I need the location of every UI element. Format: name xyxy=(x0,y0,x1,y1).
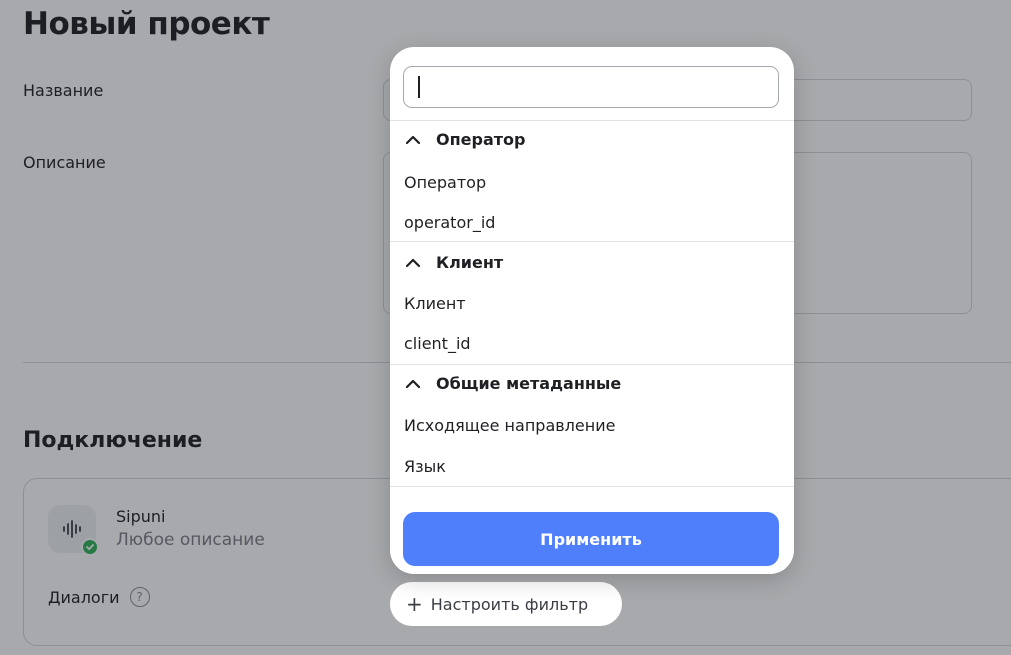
chevron-up-icon xyxy=(405,135,421,144)
filter-option-client[interactable]: Клиент xyxy=(404,294,466,313)
filter-option-client-id[interactable]: client_id xyxy=(404,334,471,353)
divider xyxy=(390,364,794,365)
divider xyxy=(390,120,794,121)
configure-filter-label: Настроить фильтр xyxy=(430,594,589,614)
filter-option-language[interactable]: Язык xyxy=(404,457,446,476)
group-header-client[interactable]: Клиент xyxy=(404,253,503,272)
chevron-up-icon xyxy=(405,258,421,267)
divider xyxy=(390,241,794,242)
filter-search-input[interactable] xyxy=(403,66,779,108)
filter-option-outgoing-direction[interactable]: Исходящее направление xyxy=(404,416,615,435)
divider xyxy=(390,486,794,487)
apply-button[interactable]: Применить xyxy=(403,512,779,566)
group-header-common-metadata[interactable]: Общие метаданные xyxy=(404,374,621,393)
chevron-up-icon xyxy=(405,379,421,388)
filter-option-operator[interactable]: Оператор xyxy=(404,173,486,192)
group-title: Общие метаданные xyxy=(436,374,622,393)
plus-icon: + xyxy=(406,592,423,616)
filter-option-operator-id[interactable]: operator_id xyxy=(404,213,495,232)
group-title: Клиент xyxy=(436,253,504,272)
text-cursor xyxy=(418,76,420,98)
configure-filter-button[interactable]: + Настроить фильтр xyxy=(390,582,622,626)
filter-popup: Оператор Оператор operator_id Клиент Кли… xyxy=(390,47,794,574)
group-header-operator[interactable]: Оператор xyxy=(404,130,525,149)
group-title: Оператор xyxy=(436,130,526,149)
